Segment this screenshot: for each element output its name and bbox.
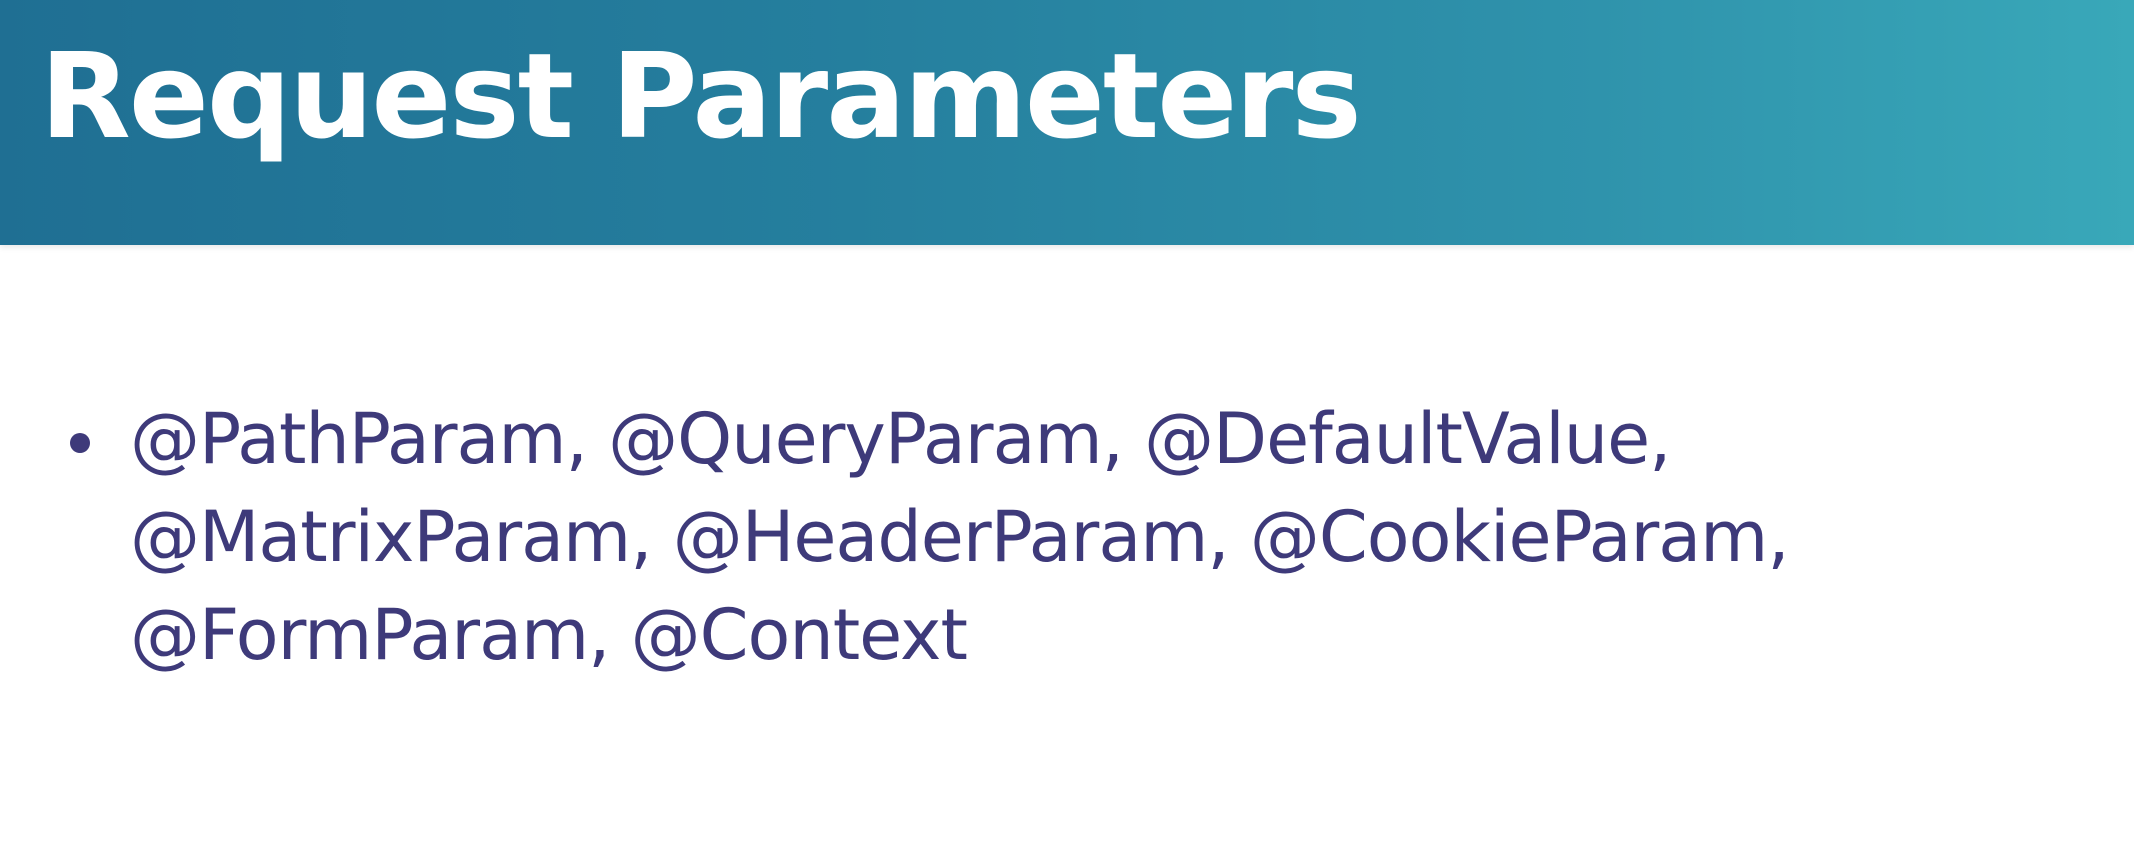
title-band: Request Parameters	[0, 0, 2134, 245]
slide-title: Request Parameters	[40, 27, 1362, 165]
bullet-dot-icon	[70, 433, 90, 453]
bullet-line-2: @MatrixParam, @HeaderParam, @CookieParam…	[130, 496, 1790, 578]
bullet-line-3: @FormParam, @Context	[130, 594, 968, 676]
bullet-line-1: @PathParam, @QueryParam, @DefaultValue,	[130, 398, 1671, 480]
bullet-item: @PathParam, @QueryParam, @DefaultValue, …	[60, 390, 2060, 684]
slide-content: @PathParam, @QueryParam, @DefaultValue, …	[60, 390, 2060, 684]
bullet-list: @PathParam, @QueryParam, @DefaultValue, …	[60, 390, 2060, 684]
slide: Request Parameters @PathParam, @QueryPar…	[0, 0, 2134, 860]
